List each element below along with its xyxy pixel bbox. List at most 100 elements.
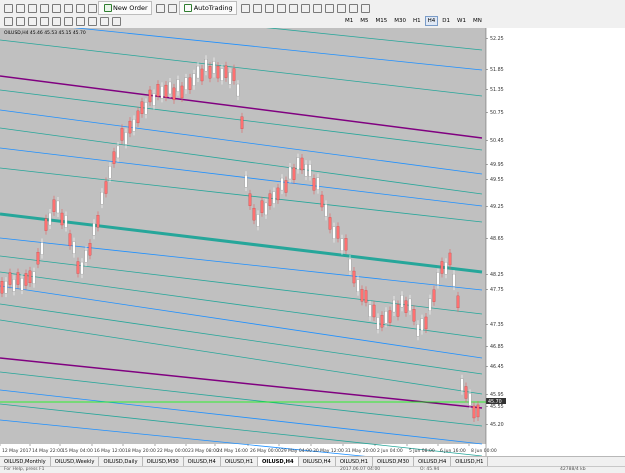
candle-body	[212, 61, 216, 74]
trendline-icon[interactable]	[51, 16, 61, 26]
candle-body	[64, 215, 68, 228]
equidistant-channel-icon[interactable]	[63, 16, 73, 26]
candle-body	[472, 405, 476, 419]
candle-body	[40, 242, 44, 255]
price-axis-label: 46.45	[490, 364, 504, 370]
profiles-icon[interactable]	[15, 3, 25, 13]
price-axis-label: 49.25	[490, 204, 504, 210]
autotrading-button[interactable]: AutoTrading	[178, 1, 237, 15]
timeframe-m30[interactable]: M30	[391, 16, 409, 26]
new-chart-icon[interactable]	[3, 3, 13, 13]
price-axis-label: 45.20	[490, 422, 504, 428]
candle-body	[288, 166, 292, 180]
candle-body	[316, 177, 320, 190]
cursor-icon[interactable]	[3, 16, 13, 26]
price-axis-label: 48.65	[490, 236, 504, 242]
new-order-label: New Order	[113, 4, 148, 12]
current-price-label: 45.70	[488, 399, 502, 405]
time-axis-label: 12 May 2017	[2, 448, 31, 454]
line-chart-icon[interactable]	[265, 3, 275, 13]
candle-body	[168, 81, 172, 95]
candle-body	[248, 193, 252, 206]
status-open-price: O: 45.94	[420, 467, 440, 472]
toolbar-left-group: New Order AutoTrading	[2, 1, 372, 15]
candle-body	[48, 212, 52, 226]
price-axis-label: 48.25	[490, 272, 504, 278]
auto-scroll-icon[interactable]	[313, 3, 323, 13]
timeframe-w1[interactable]: W1	[454, 16, 469, 26]
candle-body	[220, 68, 224, 81]
chart-shift-icon[interactable]	[325, 3, 335, 13]
time-axis-label: 31 May 20:00	[345, 448, 376, 454]
candle-body	[428, 298, 432, 311]
candlestick-chart-icon[interactable]	[253, 3, 263, 13]
text-icon[interactable]	[87, 16, 97, 26]
timeframe-m5[interactable]: M5	[357, 16, 371, 26]
candle-body	[24, 273, 28, 286]
time-axis-label: 18 May 20:00	[125, 448, 156, 454]
candle-body	[28, 270, 32, 284]
price-chart[interactable]: OILUSD,H4 45.46 45.53 45.15 45.70 52.25 51…	[0, 0, 625, 469]
options-icon[interactable]	[168, 3, 178, 13]
candle-body	[332, 226, 336, 239]
time-axis-label: 30 May 12:00	[313, 448, 344, 454]
navigator-icon[interactable]	[51, 3, 61, 13]
candle-body	[204, 59, 208, 72]
candle-body	[352, 270, 356, 284]
price-axis-label: 49.95	[490, 162, 504, 168]
fibonacci-icon[interactable]	[75, 16, 85, 26]
candle-body	[308, 164, 312, 177]
candle-body	[92, 223, 96, 236]
bar-chart-icon[interactable]	[241, 3, 251, 13]
timeframe-mn[interactable]: MN	[470, 16, 485, 26]
candle-body	[336, 226, 340, 239]
candle-body	[464, 386, 468, 399]
arrows-icon[interactable]	[111, 16, 121, 26]
candle-body	[440, 261, 444, 274]
candle-body	[224, 65, 228, 78]
templates-icon[interactable]	[361, 3, 371, 13]
metaeditor-icon[interactable]	[156, 3, 166, 13]
candle-body	[364, 290, 368, 303]
zoom-in-icon[interactable]	[277, 3, 287, 13]
chart-area[interactable]: OILUSD,H4 45.46 45.53 45.15 45.70 52.25 51…	[0, 0, 625, 469]
crosshair-icon[interactable]	[15, 16, 25, 26]
periods-icon[interactable]	[349, 3, 359, 13]
candle-body	[0, 281, 4, 294]
time-axis-label: 16 May 12:00	[94, 448, 125, 454]
price-axis-label: 46.85	[490, 344, 504, 350]
timeframe-h1[interactable]: H1	[410, 16, 424, 26]
candle-body	[32, 271, 36, 284]
tile-windows-icon[interactable]	[301, 3, 311, 13]
new-order-button[interactable]: New Order	[98, 1, 152, 15]
timeframe-m15[interactable]: M15	[373, 16, 391, 26]
candle-body	[276, 187, 280, 201]
terminal-icon[interactable]	[63, 3, 73, 13]
timeframe-m1[interactable]: M1	[342, 16, 356, 26]
timeframe-h4[interactable]: H4	[424, 16, 439, 26]
undo-icon[interactable]	[87, 3, 97, 13]
strategy-tester-icon[interactable]	[75, 3, 85, 13]
indicators-icon[interactable]	[337, 3, 347, 13]
market-watch-icon[interactable]	[27, 3, 37, 13]
candle-body	[232, 68, 236, 81]
candle-body	[192, 73, 196, 86]
candle-body	[252, 207, 256, 221]
zoom-out-icon[interactable]	[289, 3, 299, 13]
candle-body	[448, 252, 452, 266]
candle-body	[188, 77, 192, 90]
data-window-icon[interactable]	[39, 3, 49, 13]
candle-body	[108, 166, 112, 179]
candle-body	[356, 279, 360, 292]
candle-body	[240, 116, 244, 129]
candle-body	[384, 311, 388, 324]
text-label-icon[interactable]	[99, 16, 109, 26]
horizontal-line-icon[interactable]	[39, 16, 49, 26]
vertical-line-icon[interactable]	[27, 16, 37, 26]
candle-body	[268, 193, 272, 206]
timeframe-d1[interactable]: D1	[439, 16, 453, 26]
status-traffic: 42788/4 kb	[560, 467, 586, 472]
candle-body	[216, 65, 220, 79]
price-axis-label: 50.45	[490, 138, 504, 144]
candle-body	[452, 273, 456, 287]
